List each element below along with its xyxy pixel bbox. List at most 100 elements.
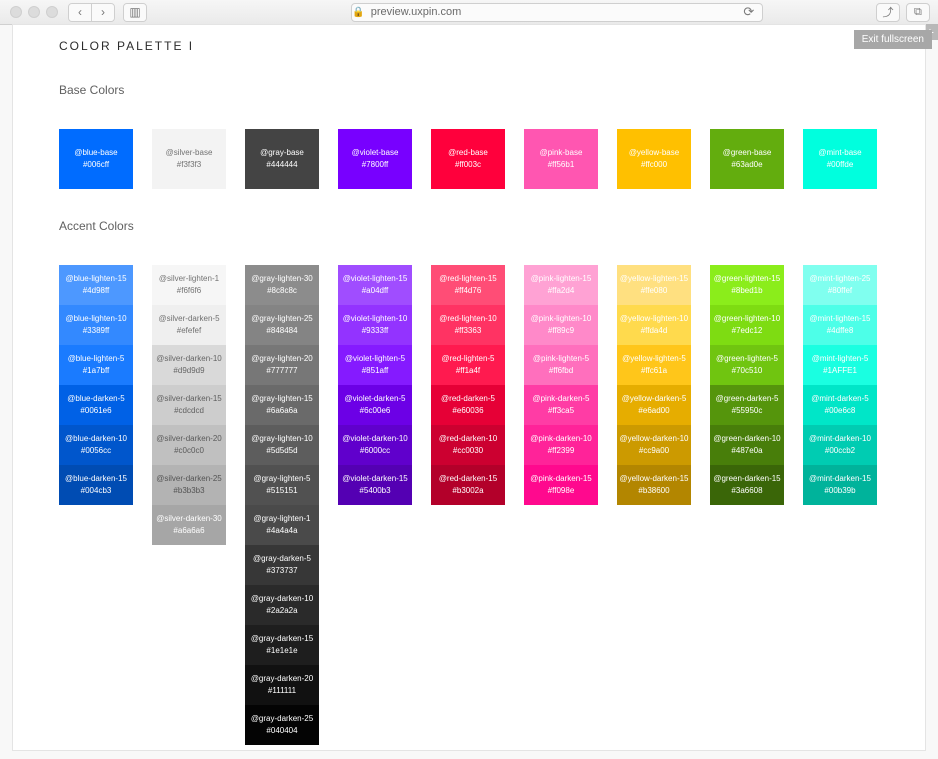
swatch-name: @yellow-darken-5 — [622, 394, 687, 404]
color-swatch: @gray-darken-10#2a2a2a — [245, 585, 319, 625]
swatch-name: @violet-lighten-15 — [343, 274, 408, 284]
color-swatch: @blue-darken-10#0056cc — [59, 425, 133, 465]
swatch-hex: #55950c — [732, 406, 763, 416]
swatch-hex: #4d98ff — [83, 286, 110, 296]
sidebar-toggle-button[interactable]: ▥ — [124, 4, 146, 21]
swatch-hex: #8bed1b — [731, 286, 762, 296]
swatch-hex: #111111 — [268, 686, 296, 696]
color-swatch: @green-lighten-10#7edc12 — [710, 305, 784, 345]
color-swatch: @red-lighten-5#ff1a4f — [431, 345, 505, 385]
close-window[interactable] — [10, 6, 22, 18]
swatch-hex: #f3f3f3 — [177, 160, 201, 170]
exit-fullscreen-button[interactable]: Exit fullscreen — [854, 30, 932, 49]
swatch-name: @red-base — [448, 148, 488, 158]
swatch-name: @pink-lighten-5 — [533, 354, 589, 364]
swatch-hex: #c0c0c0 — [174, 446, 204, 456]
swatch-name: @silver-darken-30 — [156, 514, 221, 524]
swatch-name: @pink-lighten-15 — [531, 274, 592, 284]
share-button[interactable]: ⤴ — [876, 3, 900, 22]
swatch-name: @gray-darken-15 — [251, 634, 313, 644]
color-swatch: @blue-base#006cff — [59, 129, 133, 189]
color-swatch: @green-darken-5#55950c — [710, 385, 784, 425]
swatch-hex: #487e0a — [731, 446, 762, 456]
swatch-hex: #efefef — [177, 326, 201, 336]
swatch-name: @mint-lighten-15 — [809, 314, 870, 324]
swatch-hex: #00b39b — [824, 486, 855, 496]
swatch-hex: #515151 — [266, 486, 297, 496]
color-swatch: @pink-darken-10#ff2399 — [524, 425, 598, 465]
swatch-name: @blue-lighten-15 — [65, 274, 126, 284]
color-swatch: @pink-darken-15#ff098e — [524, 465, 598, 505]
swatch-hex: #ffa2d4 — [548, 286, 575, 296]
address-bar[interactable]: 🔒 preview.uxpin.com ⟳ — [351, 3, 763, 22]
swatch-name: @yellow-darken-10 — [619, 434, 688, 444]
swatch-hex: #ff89c9 — [548, 326, 574, 336]
swatch-name: @violet-lighten-10 — [343, 314, 408, 324]
swatch-hex: #a04dff — [362, 286, 389, 296]
swatch-hex: #ff003c — [455, 160, 481, 170]
color-swatch: @gray-darken-5#373737 — [245, 545, 319, 585]
swatch-name: @violet-darken-5 — [344, 394, 405, 404]
back-button[interactable]: ‹ — [69, 4, 91, 21]
swatch-hex: #373737 — [266, 566, 297, 576]
swatch-name: @yellow-base — [629, 148, 679, 158]
color-swatch: @green-darken-15#3a6608 — [710, 465, 784, 505]
swatch-hex: #4dffe8 — [827, 326, 854, 336]
color-swatch: @blue-darken-15#004cb3 — [59, 465, 133, 505]
swatch-hex: #70c510 — [732, 366, 763, 376]
swatch-name: @green-lighten-15 — [714, 274, 780, 284]
swatch-name: @silver-base — [166, 148, 213, 158]
swatch-name: @red-lighten-15 — [439, 274, 496, 284]
swatch-name: @green-lighten-5 — [716, 354, 778, 364]
swatch-hex: #b3b3b3 — [173, 486, 204, 496]
swatch-name: @gray-darken-10 — [251, 594, 313, 604]
forward-button[interactable]: › — [91, 4, 114, 21]
color-swatch: @mint-base#00ffde — [803, 129, 877, 189]
swatch-hex: #006cff — [83, 160, 109, 170]
swatch-hex: #851aff — [362, 366, 389, 376]
color-swatch: @yellow-darken-15#b38600 — [617, 465, 691, 505]
swatch-name: @yellow-lighten-15 — [620, 274, 688, 284]
swatch-hex: #cdcdcd — [174, 406, 204, 416]
swatch-name: @yellow-darken-15 — [619, 474, 688, 484]
color-swatch: @mint-lighten-5#1AFFE1 — [803, 345, 877, 385]
swatch-name: @gray-lighten-1 — [253, 514, 310, 524]
color-swatch: @gray-lighten-1#4a4a4a — [245, 505, 319, 545]
swatch-name: @mint-darken-15 — [809, 474, 871, 484]
swatch-hex: #848484 — [266, 326, 297, 336]
color-swatch: @violet-darken-15#5400b3 — [338, 465, 412, 505]
color-swatch: @gray-darken-20#111111 — [245, 665, 319, 705]
accent-heading: Accent Colors — [59, 219, 879, 233]
swatch-name: @silver-lighten-1 — [159, 274, 219, 284]
swatch-hex: #63ad0e — [731, 160, 762, 170]
swatch-name: @gray-lighten-15 — [251, 394, 312, 404]
swatch-name: @blue-lighten-10 — [65, 314, 126, 324]
swatch-hex: #cc0030 — [453, 446, 483, 456]
tabs-button[interactable]: ⧉ — [906, 3, 930, 22]
swatch-name: @yellow-lighten-10 — [620, 314, 688, 324]
swatch-name: @gray-lighten-10 — [251, 434, 312, 444]
color-swatch: @blue-lighten-5#1a7bff — [59, 345, 133, 385]
color-swatch: @red-base #ff003c — [431, 129, 505, 189]
swatch-name: @red-lighten-10 — [439, 314, 496, 324]
swatch-name: @gray-lighten-20 — [251, 354, 312, 364]
swatch-hex: #ff098e — [548, 486, 575, 496]
color-swatch: @green-base#63ad0e — [710, 129, 784, 189]
minimize-window[interactable] — [28, 6, 40, 18]
swatch-hex: #040404 — [266, 726, 297, 736]
swatch-hex: #0061e6 — [80, 406, 111, 416]
color-swatch: @red-darken-10#cc0030 — [431, 425, 505, 465]
swatch-name: @silver-darken-5 — [158, 314, 219, 324]
swatch-name: @violet-darken-10 — [342, 434, 407, 444]
chevron-left-icon: ‹ — [78, 5, 82, 19]
swatch-name: @mint-lighten-25 — [809, 274, 870, 284]
swatch-hex: #ff1a4f — [456, 366, 480, 376]
color-swatch: @pink-lighten-15 #ffa2d4 — [524, 265, 598, 305]
swatch-name: @red-darken-15 — [439, 474, 497, 484]
swatch-name: @gray-lighten-25 — [251, 314, 312, 324]
page-viewport[interactable]: COLOR PALETTE I Base Colors @blue-base#0… — [12, 24, 926, 751]
swatch-name: @pink-base — [540, 148, 583, 158]
reload-icon[interactable]: ⟳ — [743, 4, 754, 20]
color-swatch: @pink-darken-5#ff3ca5 — [524, 385, 598, 425]
maximize-window[interactable] — [46, 6, 58, 18]
